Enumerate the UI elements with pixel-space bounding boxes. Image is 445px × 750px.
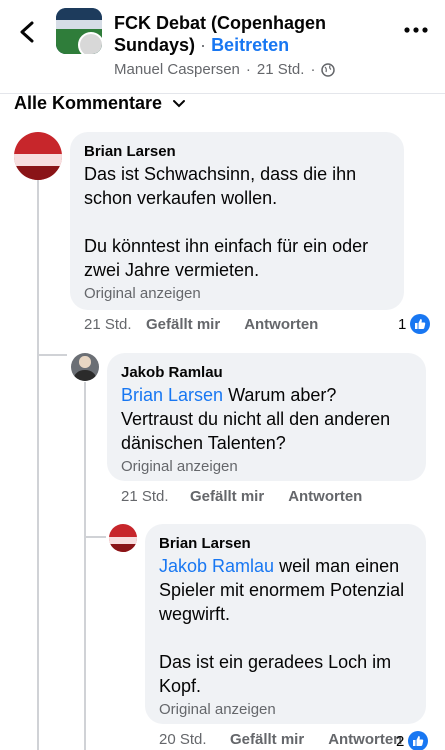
comment-bubble: Brian Larsen Jakob Ramlau weil man einen… [145,524,426,724]
comment-author[interactable]: Jakob Ramlau [121,363,412,383]
meta-separator-2: · [310,61,316,78]
comment-actions: 20 Std. Gefällt mir Antworten [159,731,426,748]
comment-text: Du könntest ihn einfach für ein oder zwe… [84,236,369,280]
post-header: FCK Debat (Copenhagen Sundays) · Beitret… [0,0,445,94]
join-button[interactable]: Beitreten [211,35,289,55]
comment-actions: 21 Std. Gefällt mir Antworten [84,316,342,333]
comment-time[interactable]: 21 Std. [84,316,146,333]
like-count-value: 2 [396,732,405,750]
group-avatar[interactable] [56,8,102,54]
thread-line [37,180,39,750]
like-count-value: 1 [398,315,407,333]
more-options-icon[interactable] [404,26,428,34]
title-separator: · [200,35,207,55]
reply-button[interactable]: Antworten [244,316,318,333]
reply-button[interactable]: Antworten [328,731,402,748]
see-original-link[interactable]: Original anzeigen [159,700,412,720]
see-original-link[interactable]: Original anzeigen [121,457,412,477]
comment-actions: 21 Std. Gefällt mir Antworten [121,488,386,505]
filter-label: Alle Kommentare [14,93,163,113]
comment-author[interactable]: Brian Larsen [84,142,390,162]
back-arrow-icon[interactable] [14,18,42,46]
comment-time[interactable]: 21 Std. [121,488,190,505]
post-time[interactable]: 21 Std. [257,61,305,78]
see-original-link[interactable]: Original anzeigen [84,284,390,304]
comment-text: Das ist ein geradees Loch im Kopf. [159,652,392,696]
comment-text: Brian Larsen Warum aber? Vertraust du ni… [121,383,412,455]
like-count[interactable]: 1 [398,314,431,334]
reply-button[interactable]: Antworten [288,488,362,505]
comment-filter[interactable]: Alle Kommentare [14,93,186,114]
thumbs-up-icon [410,314,431,334]
comment-time[interactable]: 20 Std. [159,731,230,748]
thread-line [84,382,86,750]
avatar[interactable] [14,132,62,180]
globe-icon [321,62,336,77]
like-button[interactable]: Gefällt mir [190,488,264,505]
author-avatar-small [78,32,102,54]
mention-link[interactable]: Brian Larsen [121,385,223,405]
like-button[interactable]: Gefällt mir [230,731,304,748]
comment-text: Das ist Schwachsinn, dass die ihn schon … [84,164,357,208]
avatar[interactable] [71,353,99,381]
comment-text: Jakob Ramlau weil man einen Spieler mit … [159,554,412,626]
comment-bubble: Jakob Ramlau Brian Larsen Warum aber? Ve… [107,353,426,481]
like-count[interactable]: 2 [396,731,429,750]
meta-separator: · [245,61,251,78]
post-meta: Manuel Caspersen · 21 Std. · [114,61,336,78]
thumbs-up-icon [408,731,429,750]
chevron-down-icon [173,99,186,107]
avatar[interactable] [109,524,137,552]
post-author[interactable]: Manuel Caspersen [114,61,240,78]
comment-bubble: Brian Larsen Das ist Schwachsinn, dass d… [70,132,404,310]
mention-link[interactable]: Jakob Ramlau [159,556,274,576]
thread-line [84,536,106,538]
thread-line [37,354,67,356]
group-title: FCK Debat (Copenhagen Sundays) · Beitret… [114,12,384,56]
like-button[interactable]: Gefällt mir [146,316,220,333]
comment-author[interactable]: Brian Larsen [159,534,412,554]
